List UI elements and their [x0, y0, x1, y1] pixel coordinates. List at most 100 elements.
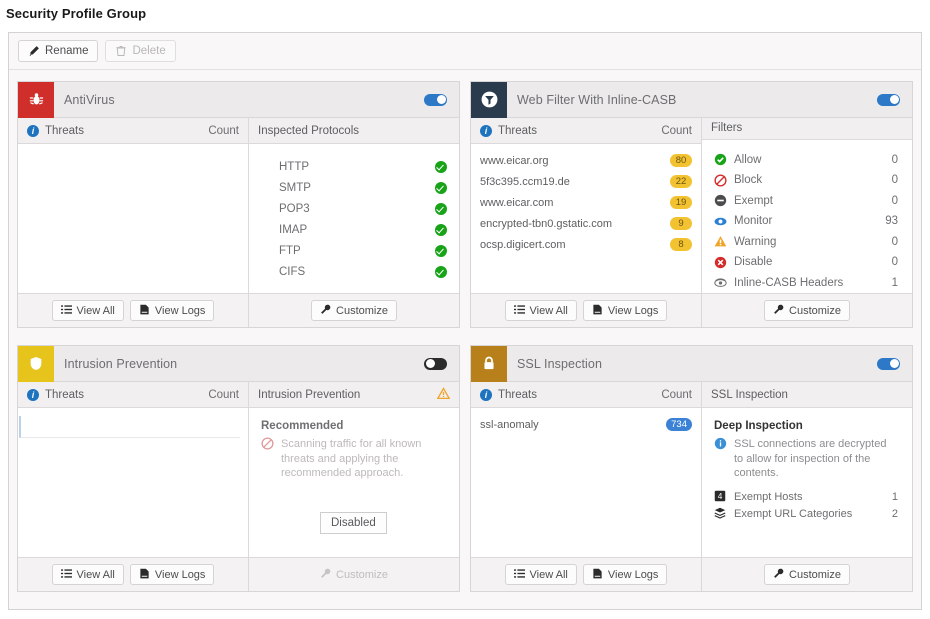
inspected-protocols-label: Inspected Protocols	[258, 125, 450, 137]
protocol-name: SMTP	[279, 182, 435, 194]
view-all-button[interactable]: View All	[52, 300, 124, 321]
table-row[interactable]: www.eicar.com19	[471, 192, 701, 213]
filter-name: Monitor	[727, 215, 885, 227]
list-item: Exempt 0	[714, 191, 898, 212]
shield-icon	[18, 346, 54, 382]
filter-value: 0	[892, 195, 898, 207]
filter-name: Exempt	[727, 195, 892, 207]
ips-detail-header: Intrusion Prevention	[249, 382, 459, 408]
lock-icon	[471, 346, 507, 382]
view-logs-label: View Logs	[155, 569, 206, 581]
ssl-threats-header: i Threats Count	[471, 382, 701, 408]
customize-button[interactable]: Customize	[311, 300, 397, 321]
ips-description: Recommended Scanning traffic for all kno…	[249, 408, 459, 481]
card-ssl-toggle[interactable]	[877, 358, 900, 370]
ips-footer: View All View Logs Customize	[18, 557, 459, 591]
card-ips-toggle[interactable]	[424, 358, 447, 370]
protocol-name: POP3	[279, 203, 435, 215]
list-icon	[514, 568, 525, 582]
info-icon: i	[480, 125, 492, 137]
info-icon: i	[480, 389, 492, 401]
disable-icon	[714, 256, 727, 269]
exempt-name: Exempt URL Categories	[727, 508, 892, 520]
protocol-name: CIFS	[279, 266, 435, 278]
ssl-threats-column: i Threats Count ssl-anomaly734	[471, 382, 702, 557]
card-antivirus-header: AntiVirus	[18, 82, 459, 118]
customize-button[interactable]: Customize	[311, 564, 397, 585]
ssl-description: Deep Inspection SSL connections are decr…	[702, 408, 912, 481]
filter-value: 0	[892, 154, 898, 166]
antivirus-threats-column: i Threats Count	[18, 118, 249, 293]
allow-check-icon	[714, 153, 727, 166]
list-item: Inline-CASB Headers 1	[714, 273, 898, 294]
count-label: Count	[661, 389, 692, 401]
delete-button[interactable]: Delete	[105, 40, 175, 62]
view-logs-button[interactable]: View Logs	[130, 300, 215, 321]
ips-threat-list	[18, 408, 248, 557]
filter-value: 93	[885, 215, 898, 227]
list-item: Warning 0	[714, 232, 898, 253]
view-logs-button[interactable]: View Logs	[583, 300, 668, 321]
view-logs-label: View Logs	[608, 305, 659, 317]
filter-name: Inline-CASB Headers	[727, 277, 892, 289]
view-logs-button[interactable]: View Logs	[130, 564, 215, 585]
table-row[interactable]: 5f3c395.ccm19.de22	[471, 171, 701, 192]
protocol-list: HTTP SMTP POP3 IMAP FTP CIFS	[249, 144, 459, 282]
table-row[interactable]: encrypted-tbn0.gstatic.com9	[471, 213, 701, 234]
threats-label: Threats	[498, 125, 661, 137]
ssl-footer: View All View Logs Customize	[471, 557, 912, 591]
threat-name: www.eicar.com	[480, 197, 670, 209]
list-item: 4 Exempt Hosts 1	[714, 489, 898, 506]
threat-name: www.eicar.org	[480, 155, 670, 167]
customize-label: Customize	[789, 305, 841, 317]
view-all-button[interactable]: View All	[52, 564, 124, 585]
filter-value: 0	[892, 256, 898, 268]
threat-count-badge: 8	[670, 238, 692, 251]
card-ips-title: Intrusion Prevention	[54, 357, 177, 371]
table-row[interactable]: ocsp.digicert.com8	[471, 234, 701, 255]
check-icon	[435, 161, 447, 173]
ips-threats-header: i Threats Count	[18, 382, 248, 408]
delete-label: Delete	[132, 45, 165, 57]
threat-count-badge: 80	[670, 154, 692, 167]
customize-button[interactable]: Customize	[764, 564, 850, 585]
info-icon: i	[27, 125, 39, 137]
filter-value: 0	[892, 174, 898, 186]
protocol-name: HTTP	[279, 161, 435, 173]
view-logs-button[interactable]: View Logs	[583, 564, 668, 585]
rename-button[interactable]: Rename	[18, 40, 98, 62]
threats-label: Threats	[45, 125, 208, 137]
list-item: HTTP	[279, 156, 447, 177]
card-webfilter-toggle[interactable]	[877, 94, 900, 106]
view-all-label: View All	[530, 305, 568, 317]
view-all-button[interactable]: View All	[505, 564, 577, 585]
filters-header: Filters	[702, 118, 912, 140]
filter-name: Block	[727, 174, 892, 186]
view-all-button[interactable]: View All	[505, 300, 577, 321]
customize-button[interactable]: Customize	[764, 300, 850, 321]
customize-label: Customize	[336, 569, 388, 581]
wrench-icon	[773, 304, 784, 318]
exempt-url-icon	[714, 507, 727, 522]
table-row[interactable]: ssl-anomaly734	[471, 414, 701, 435]
threats-label: Threats	[498, 389, 661, 401]
ips-threats-column: i Threats Count	[18, 382, 249, 557]
webfilter-threats-column: i Threats Count www.eicar.org80 5f3c395.…	[471, 118, 702, 293]
filter-name: Allow	[727, 154, 892, 166]
check-icon	[435, 224, 447, 236]
card-webfilter: Web Filter With Inline-CASB i Threats Co…	[470, 81, 913, 328]
bug-icon	[18, 82, 54, 118]
info-icon	[714, 437, 727, 481]
exempt-value: 2	[892, 508, 898, 520]
table-row[interactable]: www.eicar.org80	[471, 150, 701, 171]
threat-name: ocsp.digicert.com	[480, 239, 670, 251]
view-all-label: View All	[77, 569, 115, 581]
list-item: Disable 0	[714, 252, 898, 273]
card-webfilter-title: Web Filter With Inline-CASB	[507, 93, 676, 107]
wrench-icon	[773, 568, 784, 582]
count-label: Count	[208, 125, 239, 137]
logs-icon	[592, 304, 603, 318]
card-ssl-inspection: SSL Inspection i Threats Count ssl-anoma…	[470, 345, 913, 592]
antivirus-footer: View All View Logs Customize	[18, 293, 459, 327]
card-antivirus-toggle[interactable]	[424, 94, 447, 106]
